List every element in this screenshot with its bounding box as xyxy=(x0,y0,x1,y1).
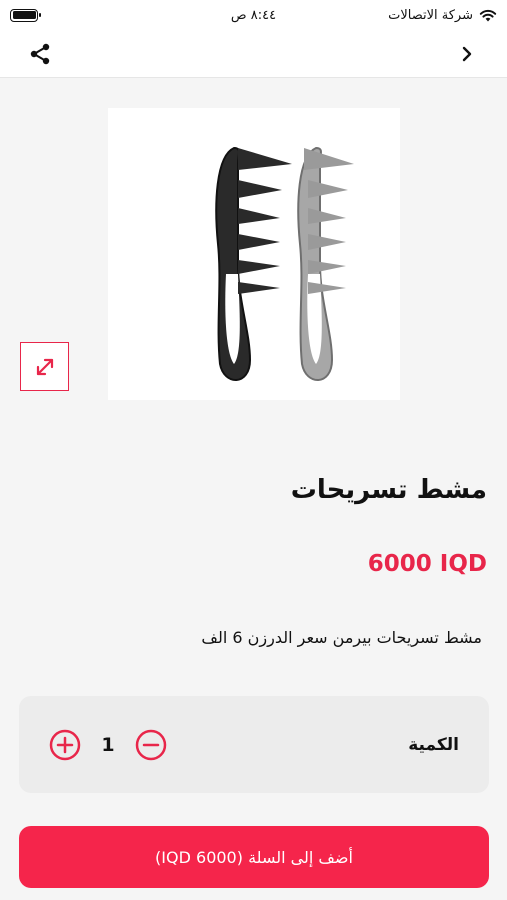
status-right: شركة الاتصالات xyxy=(347,8,497,23)
expand-image-button[interactable] xyxy=(20,342,69,391)
quantity-card: 1 الكمية xyxy=(19,696,489,793)
add-to-cart-button[interactable]: أضف إلى السلة (IQD 6000) xyxy=(19,826,489,888)
back-button[interactable] xyxy=(449,36,485,72)
product-description: مشط تسريحات بيرمن سعر الدرزن 6 الف xyxy=(201,628,482,647)
plus-circle-icon xyxy=(49,729,81,760)
quantity-label: الكمية xyxy=(408,734,459,755)
share-icon xyxy=(30,43,50,64)
status-bar: ٨:٤٤ ص شركة الاتصالات xyxy=(0,0,507,30)
share-button[interactable] xyxy=(22,36,58,72)
product-image xyxy=(108,108,400,400)
wifi-icon xyxy=(479,9,497,22)
minus-circle-icon xyxy=(135,729,167,760)
quantity-value: 1 xyxy=(101,733,115,756)
decrement-button[interactable] xyxy=(135,729,167,761)
battery-icon xyxy=(10,8,41,22)
battery-fill xyxy=(12,11,36,19)
comb-image xyxy=(215,146,354,381)
navigation-bar xyxy=(0,30,507,78)
product-title: مشط تسريحات xyxy=(290,475,487,505)
carrier-name: شركة الاتصالات xyxy=(388,7,473,23)
product-price: 6000 IQD xyxy=(367,551,487,577)
quantity-stepper: 1 xyxy=(49,729,167,761)
status-time: ٨:٤٤ ص xyxy=(230,7,277,23)
expand-icon xyxy=(36,358,53,375)
increment-button[interactable] xyxy=(49,729,81,761)
chevron-right-icon xyxy=(462,46,472,61)
status-left xyxy=(10,8,160,22)
